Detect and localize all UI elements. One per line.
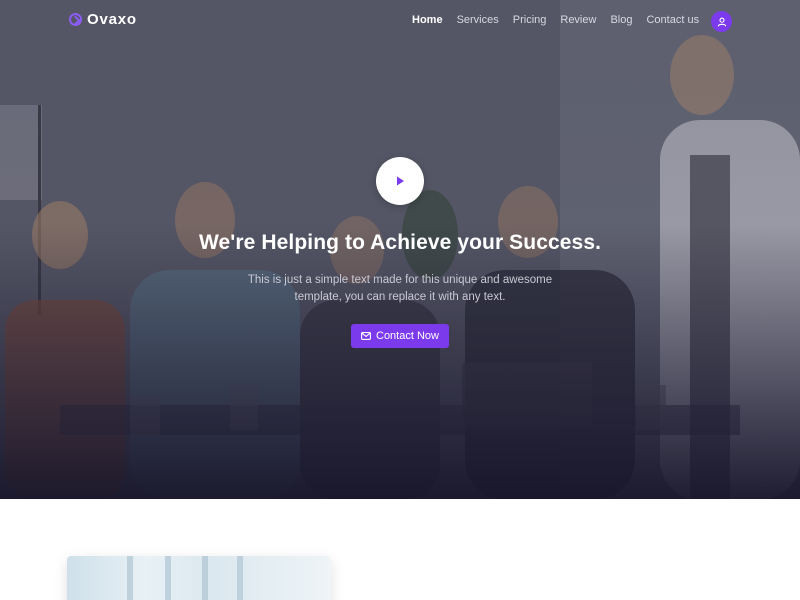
play-video-button[interactable] [376, 157, 424, 205]
brand-logo[interactable]: Ovaxo [69, 11, 137, 28]
user-icon [717, 17, 726, 27]
user-account-button[interactable] [711, 11, 732, 32]
nav-item-pricing[interactable]: Pricing [513, 14, 547, 26]
nav-item-services[interactable]: Services [457, 14, 499, 26]
brand-logo-icon [69, 13, 82, 26]
brand-name: Ovaxo [87, 11, 137, 28]
nav-item-blog[interactable]: Blog [610, 14, 632, 26]
hero-title: We're Helping to Achieve your Success. [198, 231, 602, 254]
top-navbar: Ovaxo Home Services Pricing Review Blog … [0, 0, 800, 42]
nav-item-review[interactable]: Review [560, 14, 596, 26]
play-icon [397, 176, 404, 186]
nav-item-contact-us[interactable]: Contact us [646, 14, 699, 26]
nav-item-home[interactable]: Home [412, 14, 443, 26]
hero-description: This is just a simple text made for this… [247, 274, 553, 303]
envelope-icon [361, 332, 371, 340]
contact-now-button[interactable]: Contact Now [351, 324, 449, 348]
hero-section: Ovaxo Home Services Pricing Review Blog … [0, 0, 800, 499]
nav-menu: Home Services Pricing Review Blog Contac… [412, 14, 713, 26]
contact-now-label: Contact Now [376, 330, 439, 342]
about-section-image [67, 556, 331, 600]
